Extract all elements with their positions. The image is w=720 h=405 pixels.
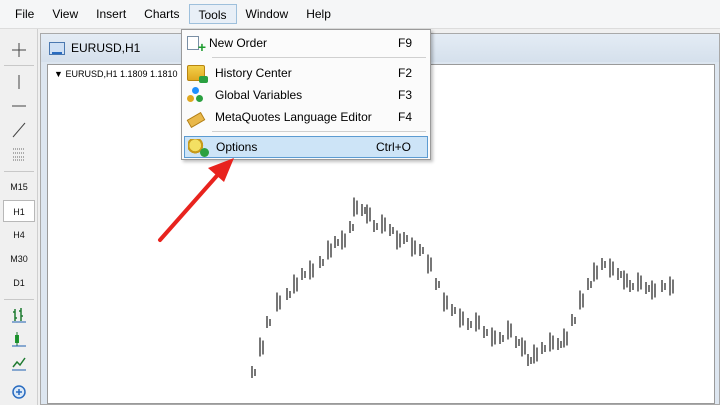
menu-file[interactable]: File [6, 4, 43, 24]
menu-item-shortcut: Ctrl+O [375, 140, 411, 154]
trend-line-icon[interactable] [6, 119, 32, 141]
crosshair-icon[interactable] [6, 39, 32, 61]
vertical-line-icon[interactable] [6, 71, 32, 93]
timeframe-m30-button[interactable]: M30 [3, 248, 35, 270]
line-chart-glyph [12, 357, 26, 371]
line-chart-icon[interactable] [6, 352, 32, 374]
menu-item-shortcut: F2 [397, 66, 412, 80]
toolbar-divider [4, 65, 34, 66]
candlestick-icon[interactable] [6, 328, 32, 350]
menu-item-label: New Order [209, 36, 268, 50]
timeframe-h4-button[interactable]: H4 [3, 224, 35, 246]
timeframe-h1-button[interactable]: H1 [3, 200, 35, 222]
menu-separator [212, 131, 426, 132]
menu-item-global-variables[interactable]: Global Variables F3 [184, 84, 428, 106]
bar-chart-glyph [12, 308, 26, 323]
toolbar-divider [4, 299, 34, 300]
metaeditor-icon [186, 112, 206, 128]
menu-item-label: MetaQuotes Language Editor [215, 110, 372, 124]
trend-line-glyph [12, 122, 26, 138]
menu-item-shortcut: F3 [397, 88, 412, 102]
zoom-in-glyph [12, 385, 26, 399]
menu-window[interactable]: Window [237, 4, 298, 24]
menu-item-label: History Center [215, 66, 292, 80]
crosshair-glyph [12, 43, 26, 57]
menu-insert[interactable]: Insert [87, 4, 135, 24]
new-order-icon [187, 36, 206, 55]
horizontal-line-glyph [12, 105, 26, 107]
candlestick-glyph [12, 332, 26, 347]
left-toolbar: M15 H1 H4 M30 D1 [0, 29, 38, 405]
annotation-arrow-icon [158, 158, 234, 242]
menu-item-new-order[interactable]: New Order F9 [184, 32, 428, 55]
toolbar-divider [4, 171, 34, 172]
menu-item-shortcut: F9 [397, 36, 412, 50]
menu-item-shortcut: F4 [397, 110, 412, 124]
chart-window-icon [49, 41, 65, 55]
symbol-info-line: ▼ EURUSD,H1 1.1809 1.1810 [54, 69, 178, 79]
menu-item-metaeditor[interactable]: MetaQuotes Language Editor F4 [184, 106, 428, 128]
menu-help[interactable]: Help [297, 4, 340, 24]
horizontal-line-icon[interactable] [6, 95, 32, 117]
chart-window-title: EURUSD,H1 [71, 41, 141, 55]
symbol-info-text: EURUSD,H1 1.1809 1.1810 [65, 69, 178, 79]
timeframe-m15-button[interactable]: M15 [3, 176, 35, 198]
zoom-in-icon[interactable] [6, 381, 32, 403]
menu-item-label: Global Variables [215, 88, 303, 102]
menu-charts[interactable]: Charts [135, 4, 188, 24]
fibonacci-glyph [13, 148, 25, 161]
timeframe-d1-button[interactable]: D1 [3, 272, 35, 294]
menu-bar: File View Insert Charts Tools Window Hel… [0, 0, 720, 29]
history-center-icon [187, 65, 208, 83]
tools-dropdown-menu: New Order F9 History Center F2 Global Va… [181, 29, 431, 160]
dropdown-triangle-icon[interactable]: ▼ [54, 69, 63, 79]
bar-chart-icon[interactable] [6, 304, 32, 326]
global-variables-icon [187, 87, 205, 103]
menu-tools[interactable]: Tools [188, 4, 237, 24]
menu-item-history-center[interactable]: History Center F2 [184, 62, 428, 84]
menu-separator [212, 57, 426, 58]
fibonacci-icon[interactable] [6, 143, 32, 165]
vertical-line-glyph [18, 75, 20, 89]
menu-view[interactable]: View [43, 4, 87, 24]
